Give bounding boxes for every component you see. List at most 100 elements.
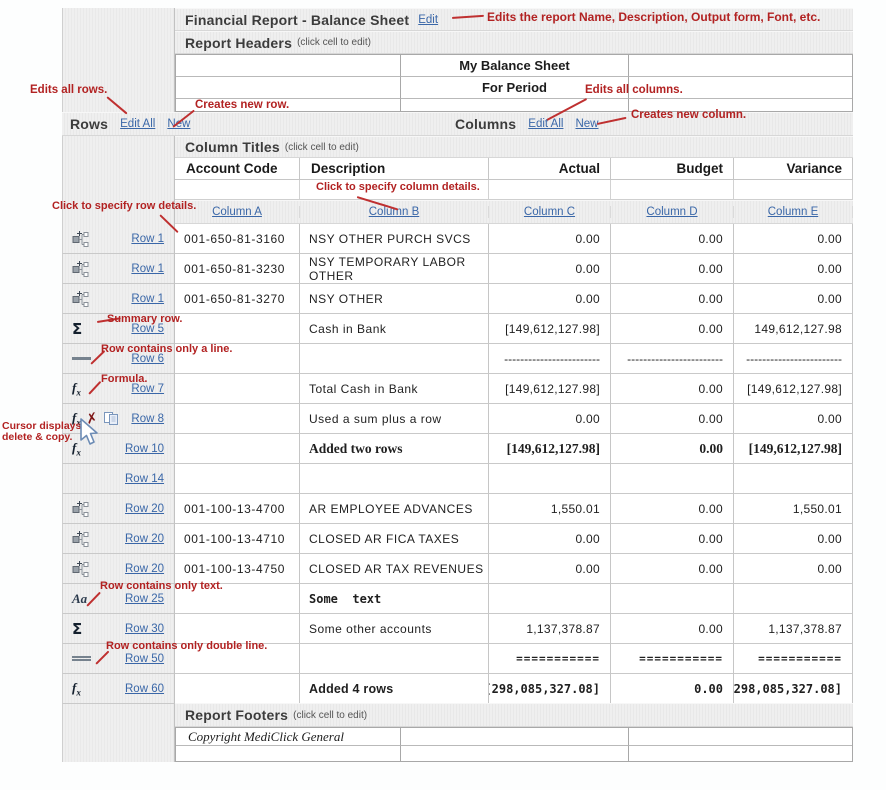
row-link[interactable]: Row 20 <box>125 563 164 575</box>
cell-budget[interactable]: 0.00 <box>611 404 734 434</box>
cell-description[interactable]: Used a sum plus a row <box>300 404 489 434</box>
cell-description[interactable] <box>300 344 489 374</box>
cell-actual[interactable]: 0.00 <box>489 254 611 284</box>
cell-actual[interactable]: =========== <box>489 644 611 674</box>
cell-variance[interactable]: 0.00 <box>734 284 853 314</box>
cell-budget[interactable]: 0.00 <box>611 614 734 644</box>
cell-description[interactable]: NSY OTHER <box>300 284 489 314</box>
cell-budget[interactable] <box>611 464 734 494</box>
footer-cell[interactable] <box>401 728 629 746</box>
cell-budget[interactable]: 0.00 <box>611 434 734 464</box>
column-header-description[interactable]: Description <box>300 158 489 180</box>
cell-actual[interactable]: [298,085,327.08] <box>489 674 611 704</box>
cell-budget[interactable]: =========== <box>611 644 734 674</box>
cell-actual[interactable]: [149,612,127.98] <box>489 314 611 344</box>
row-link[interactable]: Row 1 <box>131 263 164 275</box>
cell-account-code[interactable] <box>175 434 300 464</box>
row-link[interactable]: Row 20 <box>125 503 164 515</box>
report-edit-link[interactable]: Edit <box>418 14 438 26</box>
footer-cell[interactable] <box>629 746 852 761</box>
cell-variance[interactable]: [149,612,127.98] <box>734 374 853 404</box>
subheader-cell[interactable] <box>489 180 611 200</box>
header-cell[interactable] <box>176 55 401 77</box>
row-link[interactable]: Row 60 <box>125 683 164 695</box>
cell-variance[interactable]: 149,612,127.98 <box>734 314 853 344</box>
cell-description[interactable] <box>300 464 489 494</box>
column-a-link[interactable]: Column A <box>212 206 262 218</box>
footer-cell[interactable] <box>401 746 629 761</box>
cell-variance[interactable]: 0.00 <box>734 524 853 554</box>
subheader-cell[interactable] <box>734 180 853 200</box>
cell-budget[interactable] <box>611 584 734 614</box>
cell-budget[interactable]: 0.00 <box>611 674 734 704</box>
cell-variance[interactable]: 1,137,378.87 <box>734 614 853 644</box>
cell-account-code[interactable] <box>175 464 300 494</box>
row-link[interactable]: Row 1 <box>131 233 164 245</box>
cell-description[interactable]: Some text <box>300 584 489 614</box>
cell-variance[interactable]: ------------------------ <box>734 344 853 374</box>
cell-variance[interactable]: 0.00 <box>734 254 853 284</box>
row-link[interactable]: Row 50 <box>125 653 164 665</box>
cell-variance[interactable] <box>734 464 853 494</box>
header-cell[interactable] <box>176 77 401 99</box>
cell-description[interactable]: Added 4 rows <box>300 674 489 704</box>
cell-variance[interactable] <box>734 584 853 614</box>
cell-variance[interactable]: 0.00 <box>734 404 853 434</box>
cell-description[interactable] <box>300 644 489 674</box>
cell-budget[interactable]: 0.00 <box>611 224 734 254</box>
row-link[interactable]: Row 1 <box>131 293 164 305</box>
cell-actual[interactable]: [149,612,127.98] <box>489 374 611 404</box>
cell-account-code[interactable] <box>175 404 300 434</box>
cell-actual[interactable]: 0.00 <box>489 554 611 584</box>
row-link[interactable]: Row 20 <box>125 533 164 545</box>
subheader-cell[interactable] <box>611 180 734 200</box>
footer-copyright-cell[interactable]: Copyright MediClick General <box>176 728 401 746</box>
cell-budget[interactable]: 0.00 <box>611 554 734 584</box>
cell-description[interactable]: Total Cash in Bank <box>300 374 489 404</box>
column-header-variance[interactable]: Variance <box>734 158 853 180</box>
footer-cell[interactable] <box>176 746 401 761</box>
cell-actual[interactable]: 0.00 <box>489 524 611 554</box>
cell-account-code[interactable] <box>175 374 300 404</box>
rows-edit-all-link[interactable]: Edit All <box>120 118 155 130</box>
column-header-actual[interactable]: Actual <box>489 158 611 180</box>
cell-account-code[interactable]: 001-650-81-3270 <box>175 284 300 314</box>
cell-description[interactable]: Cash in Bank <box>300 314 489 344</box>
column-header-account-code[interactable]: Account Code <box>175 158 300 180</box>
cell-actual[interactable] <box>489 464 611 494</box>
header-cell[interactable] <box>401 99 629 111</box>
cell-budget[interactable]: 0.00 <box>611 374 734 404</box>
row-link[interactable]: Row 25 <box>125 593 164 605</box>
column-e-link[interactable]: Column E <box>768 206 819 218</box>
cell-budget[interactable]: 0.00 <box>611 524 734 554</box>
cell-description[interactable]: NSY OTHER PURCH SVCS <box>300 224 489 254</box>
cell-actual[interactable]: [149,612,127.98] <box>489 434 611 464</box>
cell-actual[interactable]: ------------------------ <box>489 344 611 374</box>
cell-variance[interactable]: 0.00 <box>734 554 853 584</box>
columns-new-link[interactable]: New <box>575 118 598 130</box>
row-link[interactable]: Row 30 <box>125 623 164 635</box>
cell-variance[interactable]: [149,612,127.98] <box>734 434 853 464</box>
cell-description[interactable]: Some other accounts <box>300 614 489 644</box>
cell-account-code[interactable]: 001-100-13-4710 <box>175 524 300 554</box>
footer-cell[interactable] <box>629 728 852 746</box>
header-cell-title[interactable]: My Balance Sheet <box>401 55 629 77</box>
cell-account-code[interactable]: 001-100-13-4700 <box>175 494 300 524</box>
cell-account-code[interactable] <box>175 314 300 344</box>
header-cell[interactable] <box>629 55 852 77</box>
cell-account-code[interactable]: 001-650-81-3160 <box>175 224 300 254</box>
columns-edit-all-link[interactable]: Edit All <box>528 118 563 130</box>
cell-description[interactable]: AR EMPLOYEE ADVANCES <box>300 494 489 524</box>
cell-variance[interactable]: 0.00 <box>734 224 853 254</box>
cell-actual[interactable] <box>489 584 611 614</box>
cell-actual[interactable]: 0.00 <box>489 224 611 254</box>
copy-icon[interactable] <box>103 411 119 426</box>
column-c-link[interactable]: Column C <box>524 206 575 218</box>
cell-description[interactable]: CLOSED AR FICA TAXES <box>300 524 489 554</box>
cell-budget[interactable]: 0.00 <box>611 254 734 284</box>
cell-variance[interactable]: 1,550.01 <box>734 494 853 524</box>
cell-account-code[interactable]: 001-650-81-3230 <box>175 254 300 284</box>
column-d-link[interactable]: Column D <box>646 206 697 218</box>
cell-budget[interactable]: 0.00 <box>611 494 734 524</box>
cell-budget[interactable]: 0.00 <box>611 314 734 344</box>
